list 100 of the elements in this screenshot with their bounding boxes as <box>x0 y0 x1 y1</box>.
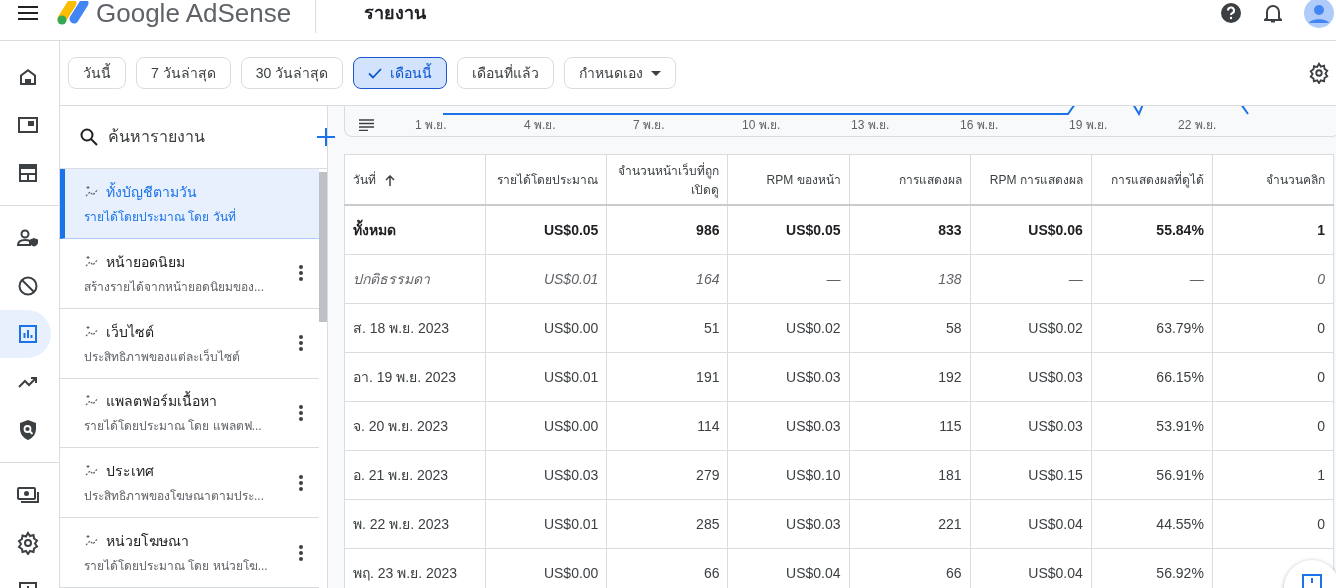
list-icon[interactable] <box>359 119 374 131</box>
axis-label: 10 พ.ย. <box>742 117 782 134</box>
column-header[interactable]: การแสดงผล <box>849 154 971 205</box>
report-title: เว็บไซต์ <box>106 322 154 342</box>
report-item[interactable]: แพลตฟอร์มเนื้อหา รายได้โดยประมาณ โดย แพลตฟ... <box>60 378 319 449</box>
notification-icon[interactable] <box>1264 3 1282 23</box>
column-header[interactable]: RPM ของหน้า <box>727 154 850 205</box>
table-cell: 0 <box>1212 254 1334 304</box>
sparkle-chart-icon <box>84 324 100 339</box>
report-title: แพลตฟอร์มเนื้อหา <box>106 390 217 412</box>
report-subtitle: รายได้โดยประมาณ โดย แพลตฟ... <box>84 418 263 436</box>
report-item[interactable]: ทั้งบัญชีตามวัน รายได้โดยประมาณ โดย วันที่ <box>60 169 319 239</box>
nav-item[interactable] <box>0 310 51 358</box>
menu-icon[interactable] <box>18 6 38 20</box>
table-cell: 285 <box>606 499 728 549</box>
table-cell: 0 <box>1212 401 1334 451</box>
feedback-icon <box>1302 574 1322 588</box>
axis-label: 13 พ.ย. <box>851 117 891 134</box>
table-cell: US$0.00 <box>485 303 607 353</box>
table-cell: US$0.03 <box>970 401 1092 451</box>
axis-label: 19 พ.ย. <box>1069 117 1109 134</box>
report-item[interactable]: หน่วยโฆษณา รายได้โดยประมาณ โดย หน่วยโฆ... <box>60 518 319 588</box>
date-filter-chip[interactable]: วันนี้ <box>68 57 126 89</box>
more-icon[interactable] <box>299 335 303 352</box>
table-cell: 115 <box>849 401 971 451</box>
table-cell: US$0.04 <box>970 499 1092 549</box>
date-filter-chip[interactable]: 7 วันล่าสุด <box>136 57 231 89</box>
table-cell: พฤ. 23 พ.ย. 2023 <box>344 548 486 588</box>
column-header[interactable]: จำนวนหน้าเว็บที่ถูกเปิดดู <box>606 154 728 205</box>
column-header[interactable]: จำนวนคลิก <box>1212 154 1334 205</box>
product-name: Google AdSense <box>96 0 317 33</box>
table-cell: 986 <box>606 205 728 255</box>
report-item[interactable]: ประเทศ ประสิทธิภาพของโฆษณาตามประ... <box>60 448 319 519</box>
table-cell: 66.15% <box>1091 352 1213 402</box>
date-filter-chip[interactable]: เดือนนี้ <box>353 57 448 89</box>
date-filter-chip[interactable]: กำหนดเอง <box>564 57 677 89</box>
table-cell: 44.55% <box>1091 499 1213 549</box>
report-title: หน้ายอดนิยม <box>106 252 185 272</box>
table-cell: พ. 22 พ.ย. 2023 <box>344 499 486 549</box>
column-header[interactable]: การแสดงผลที่ดูได้ <box>1091 154 1213 205</box>
scrollbar[interactable] <box>319 172 327 322</box>
table-cell: — <box>970 254 1092 304</box>
table-cell: 0 <box>1212 352 1334 402</box>
table-cell: อา. 19 พ.ย. 2023 <box>344 352 486 402</box>
date-filter-chip[interactable]: 30 วันล่าสุด <box>240 57 344 89</box>
table-cell: 164 <box>606 254 728 304</box>
column-header[interactable]: วันที่ <box>344 154 486 205</box>
report-subtitle: รายได้โดยประมาณ โดย หน่วยโฆ... <box>84 558 269 576</box>
more-icon[interactable] <box>299 544 303 561</box>
help-icon[interactable] <box>1220 2 1242 24</box>
report-title: ประเทศ <box>106 462 154 482</box>
table-cell: US$0.06 <box>970 205 1092 255</box>
table-cell: US$0.03 <box>485 450 607 500</box>
table-cell: 55.84% <box>1091 205 1213 255</box>
table-cell: 221 <box>849 499 971 549</box>
search-field[interactable]: ค้นหารายงาน <box>106 127 317 147</box>
settings-icon[interactable] <box>1308 62 1330 84</box>
table-cell: US$0.02 <box>970 303 1092 353</box>
table-cell: US$0.02 <box>727 303 850 353</box>
table-cell: 191 <box>606 352 728 402</box>
more-icon[interactable] <box>299 404 303 421</box>
page-title: รายงาน <box>364 1 427 25</box>
table-cell: US$0.03 <box>727 352 850 402</box>
axis-label: 7 พ.ย. <box>633 117 666 134</box>
table-cell: ทั้งหมด <box>344 205 486 255</box>
table-cell: 138 <box>849 254 971 304</box>
more-icon[interactable] <box>299 474 303 491</box>
table-cell: 63.79% <box>1091 303 1213 353</box>
sparkle-chart-icon <box>84 254 100 269</box>
table-cell: US$0.01 <box>485 352 607 402</box>
avatar-icon[interactable] <box>1304 0 1334 28</box>
column-header[interactable]: RPM การแสดงผล <box>970 154 1092 205</box>
table-cell: US$0.05 <box>485 205 607 255</box>
report-item[interactable]: เว็บไซต์ ประสิทธิภาพของแต่ละเว็บไซต์ <box>60 308 319 379</box>
table-cell: จ. 20 พ.ย. 2023 <box>344 401 486 451</box>
table-cell: US$0.00 <box>485 401 607 451</box>
report-title: ทั้งบัญชีตามวัน <box>106 181 197 202</box>
table-cell: 0 <box>1212 499 1334 549</box>
more-icon[interactable] <box>299 265 303 282</box>
date-filter-chip[interactable]: เดือนที่แล้ว <box>457 57 555 89</box>
add-icon[interactable] <box>317 128 335 146</box>
table-cell: 279 <box>606 450 728 500</box>
table-cell: US$0.01 <box>485 499 607 549</box>
table-cell: 114 <box>606 401 728 451</box>
sort-arrow-icon <box>385 175 396 187</box>
table-cell: US$0.05 <box>727 205 850 255</box>
axis-label: 16 พ.ย. <box>960 117 1000 134</box>
table-cell: ปกติธรรมดา <box>344 254 486 304</box>
table-cell: 833 <box>849 205 971 255</box>
table-cell: 1 <box>1212 450 1334 500</box>
table-cell: 51 <box>606 303 728 353</box>
report-subtitle: ประสิทธิภาพของแต่ละเว็บไซต์ <box>84 348 241 366</box>
axis-label: 4 พ.ย. <box>524 117 557 134</box>
report-subtitle: รายได้โดยประมาณ โดย วันที่ <box>84 207 237 226</box>
table-cell: — <box>727 254 850 304</box>
block-icon <box>16 274 40 298</box>
column-header[interactable]: รายได้โดยประมาณ <box>485 154 607 205</box>
table-cell: US$0.01 <box>485 254 607 304</box>
logo-icon <box>56 1 90 25</box>
table-cell: อ. 21 พ.ย. 2023 <box>344 450 486 500</box>
